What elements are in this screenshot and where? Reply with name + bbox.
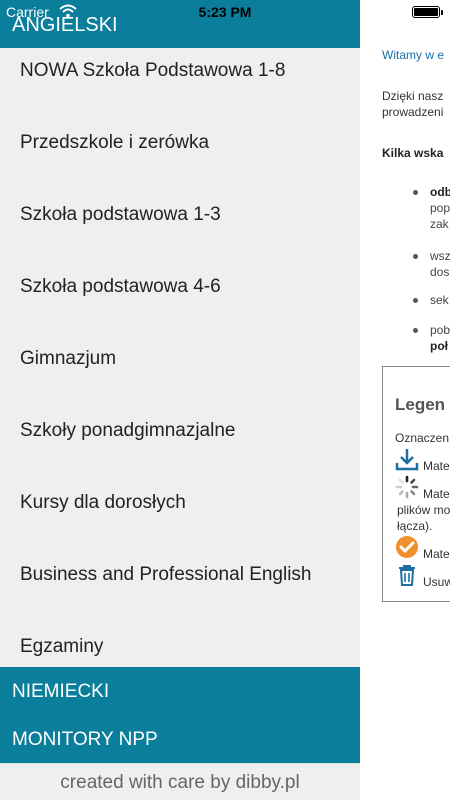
tips-heading: Kilka wska: [382, 146, 444, 160]
menu-item[interactable]: Business and Professional English: [0, 542, 360, 614]
menu-section-label: MONITORY NPP: [12, 729, 158, 750]
menu-item[interactable]: Przedszkole i zerówka: [0, 110, 360, 182]
legend-row-text: Usuw: [423, 575, 450, 589]
menu-item-label: Kursy dla dorosłych: [20, 492, 186, 513]
menu-item[interactable]: Szkoła podstawowa 1-3: [0, 182, 360, 254]
menu-item-label: Szkoły ponadgimnazjalne: [20, 420, 236, 441]
legend-title: Legen: [395, 395, 446, 414]
list-item: pob poł: [430, 323, 450, 353]
menu-item-label: Szkoła podstawowa 4-6: [20, 276, 221, 297]
intro-text: Dzięki nasz prowadzeni: [382, 89, 444, 119]
bullet-dot: [413, 254, 418, 259]
legend-row-text: plików mo: [397, 503, 450, 517]
download-icon: [395, 449, 419, 471]
spinner-icon: [395, 475, 419, 499]
menu-item[interactable]: Szkoła podstawowa 4-6: [0, 254, 360, 326]
menu-section-monitory[interactable]: MONITORY NPP: [0, 715, 360, 763]
legend-row-text: Mate: [423, 459, 450, 473]
menu-item-label: Egzaminy: [20, 636, 104, 657]
list-item: sek: [430, 293, 449, 307]
side-menu: ANGIELSKI NOWA Szkoła Podstawowa 1-8 Prz…: [0, 0, 360, 763]
menu-section-niemiecki[interactable]: NIEMIECKI: [0, 667, 360, 715]
footer-credit: created with care by dibby.pl: [60, 772, 300, 793]
legend-row-text: Mate: [423, 487, 450, 501]
menu-footer: created with care by dibby.pl: [0, 763, 360, 800]
menu-item[interactable]: Szkoły ponadgimnazjalne: [0, 398, 360, 470]
bullet-dot: [413, 190, 418, 195]
bullet-dot: [413, 328, 418, 333]
menu-header-label: ANGIELSKI: [12, 14, 118, 36]
menu-item[interactable]: NOWA Szkoła Podstawowa 1-8: [0, 38, 360, 110]
menu-item-label: NOWA Szkoła Podstawowa 1-8: [20, 60, 286, 81]
legend-row-text: Mate: [423, 547, 450, 561]
menu-section-label: NIEMIECKI: [12, 681, 110, 702]
trash-icon: [399, 565, 415, 586]
welcome-link[interactable]: Witamy w e: [382, 48, 444, 62]
menu-item-label: Przedszkole i zerówka: [20, 132, 210, 153]
menu-item-label: Szkoła podstawowa 1-3: [20, 204, 221, 225]
menu-item[interactable]: Kursy dla dorosłych: [0, 470, 360, 542]
legend-box: Legen Oznaczen Mate Mate plików mo łącza…: [382, 366, 450, 602]
battery-icon: [412, 6, 443, 18]
list-item: wsz dos: [430, 249, 450, 279]
menu-item-label: Gimnazjum: [20, 348, 117, 369]
main-content: Witamy w e Dzięki nasz prowadzeni Kilka …: [360, 24, 450, 800]
bullet-dot: [413, 298, 418, 303]
menu-item-label: Business and Professional English: [20, 564, 312, 585]
legend-intro: Oznaczen: [395, 431, 450, 445]
legend-row-text: łącza).: [397, 519, 433, 533]
menu-item[interactable]: Gimnazjum: [0, 326, 360, 398]
check-circle-icon: [396, 536, 418, 558]
list-item: odb pop zak: [430, 185, 450, 231]
